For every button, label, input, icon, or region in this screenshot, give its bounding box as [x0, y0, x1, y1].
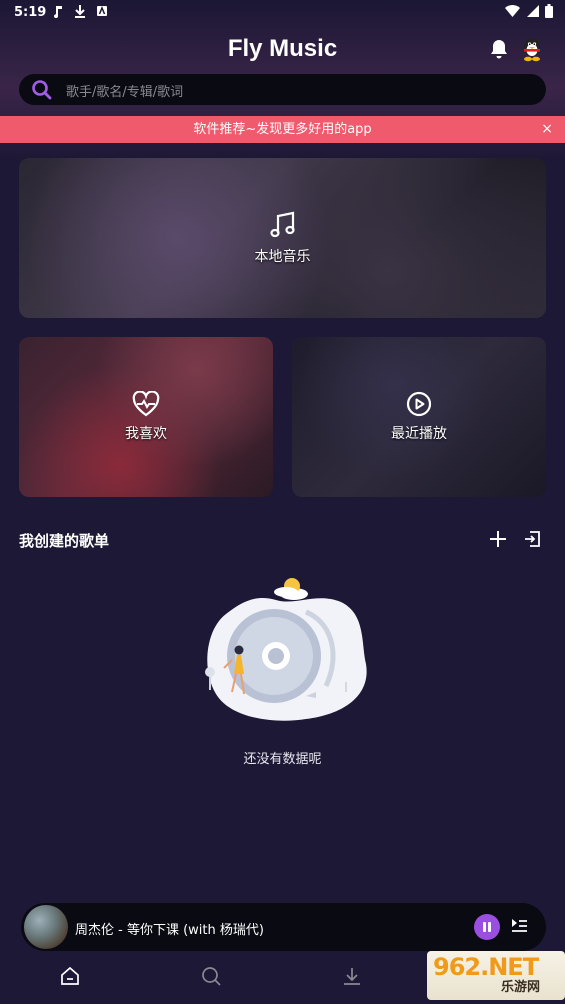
- empty-state-text: 还没有数据呢: [243, 752, 322, 767]
- pause-icon-bar: [488, 922, 491, 932]
- pause-button[interactable]: [474, 914, 500, 940]
- add-playlist-icon[interactable]: [489, 530, 507, 548]
- bell-icon[interactable]: [489, 38, 509, 60]
- promo-banner[interactable]: 软件推荐~发现更多好用的app ×: [0, 116, 565, 143]
- favorites-label: 我喜欢: [125, 426, 167, 442]
- signal-icon: [527, 5, 539, 17]
- banner-text: 软件推荐~发现更多好用的app: [193, 122, 372, 137]
- empty-state-illustration: [205, 578, 367, 721]
- music-note-icon: [269, 211, 295, 238]
- qq-avatar-icon[interactable]: [520, 36, 544, 62]
- song-title: 周杰伦 - 等你下课 (with 杨瑞代): [75, 923, 264, 938]
- site-watermark: 962.NET 乐游网: [427, 951, 565, 1000]
- mini-player[interactable]: 周杰伦 - 等你下课 (with 杨瑞代): [21, 903, 546, 951]
- recent-play-card[interactable]: 最近播放: [292, 337, 546, 497]
- status-time: 5:19: [14, 5, 47, 20]
- notification-icons: [52, 4, 108, 18]
- battery-icon: [545, 4, 553, 18]
- download-icon[interactable]: [342, 966, 362, 986]
- playlist-queue-icon[interactable]: [510, 917, 528, 935]
- local-music-card[interactable]: 本地音乐: [19, 158, 546, 318]
- banner-close-button[interactable]: ×: [541, 116, 553, 143]
- app-title: Fly Music: [227, 35, 338, 62]
- search-bar[interactable]: 歌手/歌名/专辑/歌词: [19, 74, 546, 105]
- pause-icon-bar: [483, 922, 486, 932]
- download-icon: [75, 5, 85, 18]
- watermark-name: 乐游网: [501, 980, 541, 995]
- system-icons: [505, 4, 553, 18]
- album-cover[interactable]: [24, 905, 68, 949]
- search-placeholder: 歌手/歌名/专辑/歌词: [66, 85, 184, 100]
- home-icon[interactable]: [60, 966, 80, 986]
- app-icon: [97, 6, 107, 16]
- local-music-label: 本地音乐: [254, 249, 311, 265]
- import-playlist-icon[interactable]: [523, 530, 541, 548]
- search-icon: [32, 80, 52, 100]
- music-note-icon: [54, 6, 62, 18]
- favorites-card[interactable]: 我喜欢: [19, 337, 273, 497]
- wifi-icon: [505, 5, 520, 17]
- search-icon[interactable]: [201, 966, 221, 986]
- recent-play-label: 最近播放: [391, 426, 447, 442]
- play-circle-icon: [406, 391, 432, 417]
- status-bar: 5:19: [0, 0, 565, 26]
- heart-icon: [132, 391, 160, 417]
- my-playlists-title: 我创建的歌单: [19, 532, 110, 550]
